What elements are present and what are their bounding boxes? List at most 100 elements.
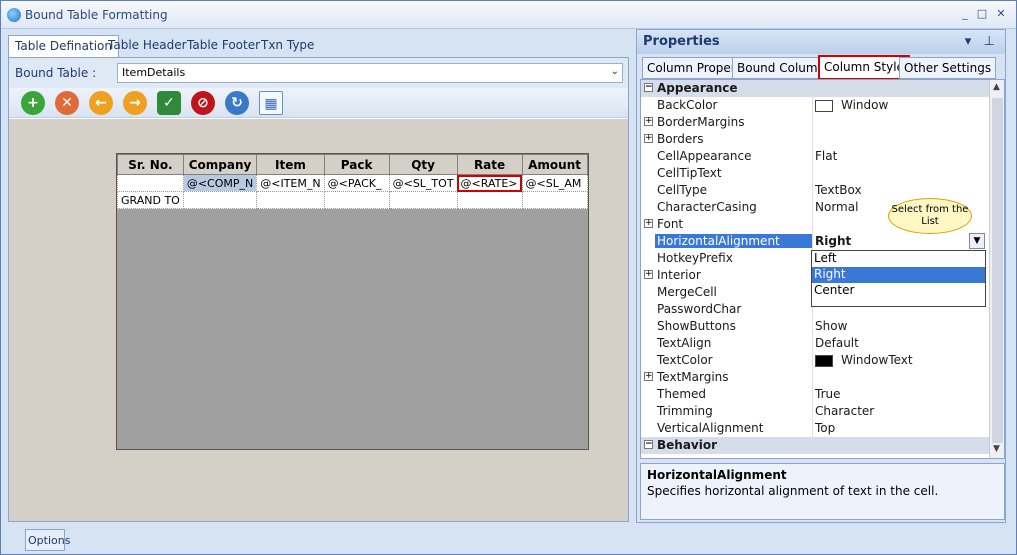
expand-icon[interactable]: + <box>644 219 653 228</box>
grid-cell[interactable] <box>323 191 390 209</box>
property-row[interactable]: ShowButtons Show <box>641 318 989 335</box>
expand-icon[interactable]: + <box>644 134 653 143</box>
expand-icon[interactable]: + <box>644 117 653 126</box>
options-tab[interactable]: Options <box>25 529 70 551</box>
layout-icon[interactable]: ▦ <box>259 91 283 115</box>
property-row[interactable]: BackColor Window <box>641 97 989 114</box>
property-category[interactable]: − Appearance <box>641 80 989 97</box>
expand-icon[interactable]: + <box>644 372 653 381</box>
property-row[interactable]: CellAppearance Flat <box>641 148 989 165</box>
grid-cell[interactable]: @<COMP_N <box>182 174 258 192</box>
scroll-down-icon[interactable]: ▼ <box>993 444 1000 454</box>
tab-other-settings[interactable]: Other Settings <box>899 57 997 79</box>
property-value[interactable]: Default <box>815 336 859 350</box>
maximize-button[interactable]: □ <box>975 7 989 21</box>
grid-cell[interactable] <box>117 174 184 192</box>
grid-cell-rate[interactable]: @<RATE> <box>456 174 523 192</box>
property-divider <box>812 131 813 148</box>
stop-icon[interactable]: ⊘ <box>191 91 215 115</box>
grid-table: Sr. No. Company Item Pack Qty Rate Amoun… <box>117 154 588 209</box>
grid-cell[interactable]: GRAND TO <box>117 191 184 209</box>
col-header[interactable]: Amount <box>521 154 588 175</box>
shield-icon[interactable]: ✓ <box>157 91 181 115</box>
property-divider <box>812 165 813 182</box>
property-row[interactable]: Trimming Character <box>641 403 989 420</box>
property-row[interactable]: + BorderMargins <box>641 114 989 131</box>
grid-cell[interactable] <box>521 191 588 209</box>
expand-icon[interactable]: + <box>644 270 653 279</box>
property-row[interactable]: HorizontalAlignment Right <box>641 233 989 250</box>
property-row[interactable]: TextColor WindowText <box>641 352 989 369</box>
bound-table-label: Bound Table : <box>15 66 97 80</box>
property-row[interactable]: Themed True <box>641 386 989 403</box>
collapse-icon[interactable]: − <box>644 440 653 449</box>
grid-cell[interactable]: @<ITEM_N <box>256 174 325 192</box>
property-value[interactable]: Window <box>815 98 888 112</box>
back-icon[interactable]: ← <box>89 91 113 115</box>
tab-table-header[interactable]: Table Header <box>102 35 193 57</box>
property-value[interactable]: Flat <box>815 149 837 163</box>
dropdown-button[interactable]: ▼ <box>969 233 985 249</box>
col-header[interactable]: Company <box>182 154 258 175</box>
property-value[interactable]: TextBox <box>815 183 862 197</box>
dropdown-option[interactable]: Right <box>812 267 985 283</box>
property-divider <box>812 114 813 131</box>
property-divider <box>812 386 813 403</box>
grid-cell[interactable]: @<SL_AM <box>521 174 588 192</box>
bound-table-value: ItemDetails <box>122 66 186 79</box>
property-name: ShowButtons <box>657 319 736 333</box>
col-header[interactable]: Pack <box>323 154 390 175</box>
property-name: TextColor <box>657 353 713 367</box>
col-header[interactable]: Item <box>256 154 325 175</box>
tab-table-footer[interactable]: Table Footer <box>181 35 266 57</box>
grid-cell[interactable] <box>256 191 325 209</box>
table-row: GRAND TO <box>117 191 588 209</box>
property-value[interactable]: Right <box>815 234 851 248</box>
close-button[interactable]: ✕ <box>994 7 1008 21</box>
property-divider <box>812 199 813 216</box>
refresh-icon[interactable]: ↻ <box>225 91 249 115</box>
pin-icon[interactable]: ▾ ⊥ <box>965 34 995 49</box>
delete-icon[interactable]: ✕ <box>55 91 79 115</box>
grid-cell[interactable] <box>182 191 258 209</box>
property-value[interactable]: Top <box>815 421 835 435</box>
property-row[interactable]: CellType TextBox <box>641 182 989 199</box>
alignment-dropdown[interactable]: Left Right Center <box>811 250 986 307</box>
select-callout: Select from the List <box>888 198 972 234</box>
property-value[interactable]: Normal <box>815 200 858 214</box>
color-swatch <box>815 99 833 112</box>
tab-column-style[interactable]: Column Style <box>818 55 910 80</box>
col-header[interactable]: Sr. No. <box>117 154 184 175</box>
property-row[interactable]: VerticalAlignment Top <box>641 420 989 437</box>
property-value[interactable]: Show <box>815 319 847 333</box>
tab-txn-type[interactable]: Txn Type <box>255 35 320 57</box>
col-header[interactable]: Qty <box>388 154 458 175</box>
grid-cell[interactable] <box>388 191 458 209</box>
minimize-button[interactable]: _ <box>958 7 972 21</box>
property-row[interactable]: CellTipText <box>641 165 989 182</box>
collapse-icon[interactable]: − <box>644 83 653 92</box>
grid-cell[interactable] <box>456 191 523 209</box>
property-value[interactable]: True <box>815 387 841 401</box>
property-category[interactable]: − Behavior <box>641 437 989 454</box>
table-row: @<COMP_N @<ITEM_N @<PACK_ @<SL_TOT @<RAT… <box>117 174 588 192</box>
dropdown-option[interactable]: Center <box>812 283 985 299</box>
property-row[interactable]: + TextMargins <box>641 369 989 386</box>
property-name: Themed <box>657 387 707 401</box>
col-header[interactable]: Rate <box>456 154 523 175</box>
bound-table-select[interactable]: ItemDetails ⌄ <box>117 63 623 83</box>
property-value[interactable]: WindowText <box>815 353 913 367</box>
forward-icon[interactable]: → <box>123 91 147 115</box>
property-row[interactable]: + Borders <box>641 131 989 148</box>
add-icon[interactable]: + <box>21 91 45 115</box>
property-name: Appearance <box>657 81 738 95</box>
grid-cell[interactable]: @<SL_TOT <box>388 174 458 192</box>
scrollbar-thumb[interactable] <box>992 98 1003 443</box>
property-name: TextAlign <box>657 336 712 350</box>
property-row[interactable]: TextAlign Default <box>641 335 989 352</box>
grid-cell[interactable]: @<PACK_ <box>323 174 390 192</box>
dropdown-option[interactable]: Left <box>812 251 985 267</box>
scroll-up-icon[interactable]: ▲ <box>993 82 1000 92</box>
property-value[interactable]: Character <box>815 404 874 418</box>
property-grid-scrollbar[interactable]: ▲ ▼ <box>989 80 1004 458</box>
